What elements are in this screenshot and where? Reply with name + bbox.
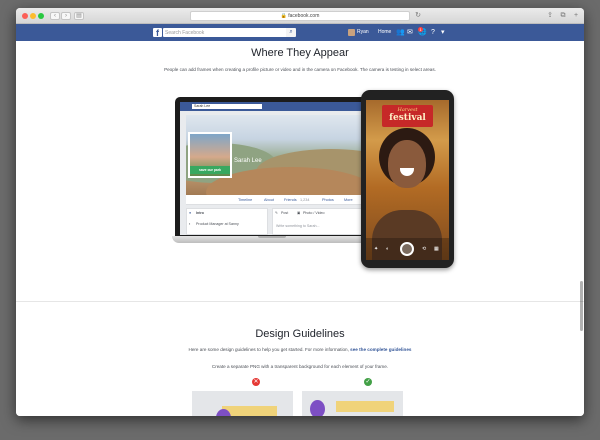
laptop-screen: Sarah Lee save our park Sarah Lee Timeli…: [175, 97, 369, 237]
notification-badge: 1: [418, 27, 423, 32]
laptop-facebook-bar: Sarah Lee: [180, 102, 364, 111]
page-scrollbar[interactable]: [580, 281, 583, 331]
browser-toolbar: ‹ › ▤ 🔒 facebook.com ↻ ⇪ ⧉ +: [16, 8, 584, 24]
design-rule-text: Create a separate PNG with a transparent…: [211, 364, 389, 369]
photo-icon: ▣: [297, 211, 301, 215]
section-divider: [16, 301, 584, 302]
camera-shutter-button[interactable]: [400, 242, 414, 256]
sidebar-toggle-button[interactable]: ▤: [74, 12, 84, 20]
person-face-shape: [388, 140, 426, 188]
bad-example-card: [192, 391, 293, 416]
help-icon[interactable]: ?: [431, 28, 435, 37]
composer-photo-tab: Photo / Video: [303, 211, 325, 215]
flip-camera-icon[interactable]: ⟲: [422, 246, 426, 252]
friends-count: 1,234: [300, 198, 310, 202]
profile-link[interactable]: Ryan: [357, 28, 369, 37]
profile-tab: More: [344, 198, 353, 202]
filters-icon[interactable]: ◐: [386, 246, 389, 252]
design-guidelines-heading: Design Guidelines: [255, 328, 345, 340]
messages-icon[interactable]: ✉: [407, 28, 413, 37]
profile-frame-banner: save our park: [190, 166, 230, 174]
where-they-appear-heading: Where They Appear: [251, 47, 349, 59]
url-text: facebook.com: [288, 13, 320, 19]
composer-post-tab: Post: [281, 211, 289, 215]
friend-requests-icon[interactable]: 👥: [396, 28, 405, 37]
frame-ribbon-shape: [336, 401, 394, 412]
camera-filter-banner: Harvest festival: [382, 105, 433, 127]
good-example-check-icon: ✓: [364, 378, 372, 386]
profile-tab: Timeline: [238, 198, 253, 202]
laptop-notch: [258, 236, 286, 238]
globe-icon: ●: [189, 211, 192, 215]
back-button[interactable]: ‹: [50, 12, 60, 20]
good-example-card: [302, 391, 403, 416]
post-composer: ✎ Post ▣ Photo / Video Write something t…: [272, 208, 364, 235]
facebook-top-bar: f ⌕ Ryan Home 👥 ✉ 🌐 1 ? ▾: [16, 24, 584, 41]
laptop-search-field: Sarah Lee: [192, 104, 262, 109]
filter-small-text: Harvest: [397, 107, 418, 113]
browser-window: ‹ › ▤ 🔒 facebook.com ↻ ⇪ ⧉ + f ⌕ Ryan Ho…: [16, 8, 584, 416]
intro-job: Product Manager at Sanny: [196, 222, 239, 226]
forward-button[interactable]: ›: [61, 12, 71, 20]
effects-icon[interactable]: ✦: [374, 246, 378, 252]
search-icon[interactable]: ⌕: [286, 28, 296, 37]
composer-placeholder: Write something to Sarah...: [276, 224, 320, 228]
close-window-button[interactable]: [22, 13, 28, 19]
laptop-profile-page: Sarah Lee save our park Sarah Lee Timeli…: [180, 102, 364, 235]
laptop-base: [172, 236, 372, 243]
tabs-overview-icon[interactable]: ⧉: [559, 12, 567, 20]
share-icon[interactable]: ⇪: [546, 12, 554, 20]
briefcase-icon: ▪: [189, 222, 191, 226]
home-link[interactable]: Home: [378, 28, 391, 37]
design-guidelines-intro: Here are some design guidelines to help …: [16, 347, 584, 352]
lock-icon: 🔒: [280, 13, 287, 19]
profile-tab: Friends: [284, 198, 297, 202]
profile-photo-image: save our park: [190, 134, 230, 176]
gallery-icon[interactable]: ▦: [434, 246, 439, 252]
balloon-shape: [310, 400, 325, 416]
where-they-appear-description: People can add frames when creating a pr…: [164, 67, 436, 72]
phone-camera-screen: Harvest festival ✦ ◐ ⟲ ▦: [366, 100, 449, 260]
filter-big-text: festival: [389, 113, 426, 123]
intro-heading: Intro: [196, 211, 204, 215]
phone-mockup: Harvest festival ✦ ◐ ⟲ ▦: [361, 90, 454, 268]
pencil-icon: ✎: [275, 211, 279, 215]
minimize-window-button[interactable]: [30, 13, 36, 19]
design-guidelines-text: Here are some design guidelines to help …: [188, 347, 349, 352]
reload-icon[interactable]: ↻: [414, 12, 422, 20]
facebook-search-input[interactable]: [163, 28, 293, 37]
account-menu-chevron-down-icon[interactable]: ▾: [441, 28, 445, 37]
profile-tab: About: [264, 198, 274, 202]
laptop-mockup: Sarah Lee save our park Sarah Lee Timeli…: [172, 97, 372, 243]
profile-name: Sarah Lee: [234, 158, 262, 164]
address-bar[interactable]: 🔒 facebook.com: [190, 11, 410, 21]
profile-tabs: Timeline About Friends 1,234 Photos More: [186, 195, 364, 205]
bad-example-x-icon: ✕: [252, 378, 260, 386]
avatar[interactable]: [348, 29, 355, 36]
complete-guidelines-link[interactable]: see the complete guidelines: [350, 347, 411, 352]
intro-box: ● Intro ▪ Product Manager at Sanny: [186, 208, 268, 235]
page-content: Where They Appear People can add frames …: [16, 41, 584, 416]
camera-controls: ✦ ◐ ⟲ ▦: [366, 238, 449, 260]
zoom-window-button[interactable]: [38, 13, 44, 19]
new-tab-icon[interactable]: +: [572, 12, 580, 20]
profile-tab: Photos: [322, 198, 334, 202]
facebook-logo-icon[interactable]: f: [153, 28, 162, 38]
profile-picture: save our park: [188, 132, 232, 178]
person-smile-shape: [400, 168, 414, 176]
